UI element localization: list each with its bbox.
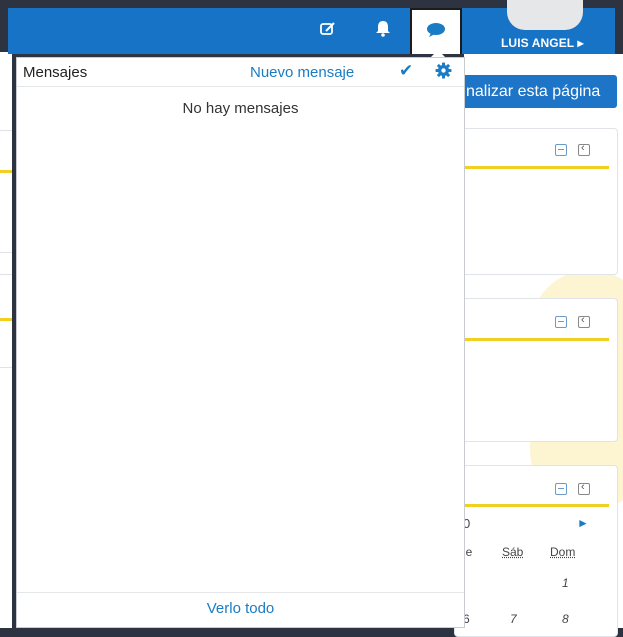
dock-block-icon[interactable] (578, 314, 590, 328)
day-header: Sáb (502, 545, 524, 559)
yellow-marker (0, 170, 12, 173)
calendar-day[interactable]: 7 (510, 612, 517, 626)
collapse-block-icon[interactable] (555, 316, 567, 328)
block-header-bar (455, 166, 609, 169)
next-month-arrow[interactable]: ► (577, 516, 589, 530)
empty-messages-text: No hay mensajes (182, 100, 299, 117)
top-navbar: LUIS ANGEL ▸ (8, 0, 615, 54)
left-content-strip (0, 52, 12, 628)
chat-icon (426, 22, 446, 43)
block-header-bar (455, 338, 609, 341)
dock-block-icon[interactable] (578, 142, 590, 156)
see-all-link[interactable]: Verlo todo (17, 600, 464, 617)
divider (0, 252, 12, 253)
calendar-day[interactable]: 8 (562, 612, 569, 626)
popover-header: Mensajes Nuevo mensaje ✔ (17, 58, 464, 87)
popover-title: Mensajes (23, 64, 88, 81)
user-name[interactable]: LUIS ANGEL ▸ (501, 36, 584, 50)
yellow-marker (0, 318, 12, 321)
new-message-link[interactable]: Nuevo mensaje (250, 64, 354, 81)
bell-icon (375, 20, 391, 42)
messages-button[interactable] (410, 8, 462, 54)
block-header-bar (455, 504, 609, 507)
divider (0, 274, 12, 275)
divider (0, 130, 12, 131)
notifications-button[interactable] (363, 8, 403, 54)
customize-page-button[interactable]: nalizar esta página (454, 75, 617, 108)
edit-icon (320, 21, 336, 41)
gear-icon[interactable] (435, 62, 452, 84)
user-menu[interactable]: LUIS ANGEL ▸ (483, 0, 623, 54)
divider (0, 367, 12, 368)
messages-popover: Mensajes Nuevo mensaje ✔ No hay mensajes… (16, 57, 465, 628)
popover-footer: Verlo todo (17, 592, 464, 627)
content-block (454, 128, 618, 275)
content-block (454, 298, 618, 442)
collapse-block-icon[interactable] (555, 144, 567, 156)
calendar-block: 0 ► ie Sáb Dom 1 6 7 8 (454, 465, 618, 637)
dock-block-icon[interactable] (578, 481, 590, 495)
mark-all-read-icon[interactable]: ✔ (399, 61, 413, 81)
calendar-day[interactable]: 1 (562, 576, 569, 590)
day-header: Dom (550, 545, 576, 559)
collapse-block-icon[interactable] (555, 483, 567, 495)
avatar[interactable] (507, 0, 583, 30)
edit-button[interactable] (308, 8, 348, 54)
